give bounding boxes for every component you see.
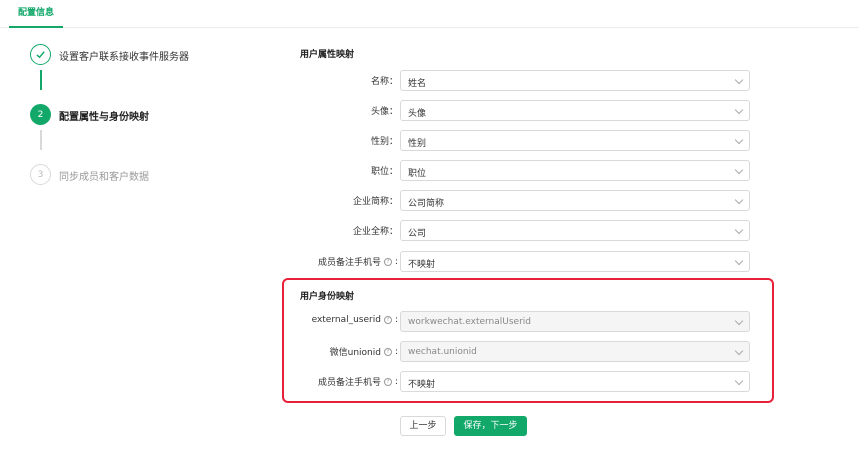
identity-mapping-title: 用户身份映射 (300, 292, 355, 302)
step-connector (40, 130, 42, 150)
identity-row-external-userid: external_userid ? : workwechat.externalU… (280, 311, 750, 332)
chevron-down-icon (734, 195, 744, 205)
identity-label: external_userid ? : (311, 315, 398, 325)
attr-row-avatar: 头像： 头像 (280, 100, 750, 121)
attr-select-remark-phone[interactable]: 不映射 (400, 251, 750, 272)
chevron-down-icon (734, 135, 744, 145)
chevron-down-icon (734, 165, 744, 175)
attr-select-gender[interactable]: 性别 (400, 130, 750, 151)
attr-row-name: 名称： 姓名 (280, 70, 750, 91)
identity-select-unionid: wechat.unionid (400, 341, 750, 362)
attr-label: 性别： (370, 137, 398, 147)
attribute-mapping-title: 用户属性映射 (300, 50, 355, 60)
attr-row-remark-phone: 成员备注手机号 ? : 不映射 (280, 251, 750, 272)
attr-select-name[interactable]: 姓名 (400, 70, 750, 91)
step-indicator: 设置客户联系接收事件服务器 2 配置属性与身份映射 3 同步成员和客户数据 (30, 44, 270, 224)
chevron-down-icon (734, 376, 744, 386)
identity-label: 微信unionid ? : (329, 346, 398, 359)
attr-label: 头像： (370, 107, 398, 117)
step-connector (40, 70, 42, 90)
chevron-down-icon (734, 105, 744, 115)
help-circle-icon[interactable]: ? (383, 316, 392, 324)
step-3-circle: 3 (30, 164, 51, 185)
tab-bar: 配置信息 (0, 0, 859, 28)
step-1-circle (30, 44, 51, 65)
identity-select-remark-phone[interactable]: 不映射 (400, 371, 750, 392)
attr-select-avatar[interactable]: 头像 (400, 100, 750, 121)
attr-row-position: 职位： 职位 (280, 160, 750, 181)
chevron-down-icon (734, 346, 744, 356)
attr-label: 名称： (370, 77, 398, 87)
attr-label: 企业简称： (352, 197, 398, 207)
attr-row-gender: 性别： 性别 (280, 130, 750, 151)
help-circle-icon[interactable]: ? (383, 377, 392, 386)
identity-select-external-userid: workwechat.externalUserid (400, 311, 750, 332)
select-value: 公司 (408, 229, 427, 239)
step-1-title: 设置客户联系接收事件服务器 (59, 52, 189, 63)
step-1: 设置客户联系接收事件服务器 (30, 44, 270, 104)
attr-select-position[interactable]: 职位 (400, 160, 750, 181)
chevron-down-icon (734, 75, 744, 85)
select-value: 不映射 (408, 380, 436, 390)
step-2: 2 配置属性与身份映射 (30, 104, 270, 164)
attr-label: 企业全称： (352, 227, 398, 237)
chevron-down-icon (734, 225, 744, 235)
identity-label: 成员备注手机号 ? : (317, 376, 398, 389)
chevron-down-icon (734, 316, 744, 326)
help-circle-icon[interactable]: ? (383, 257, 392, 266)
select-value: 不映射 (408, 260, 436, 270)
select-value: 头像 (408, 109, 427, 119)
step-2-title: 配置属性与身份映射 (59, 112, 149, 123)
select-value: 性别 (408, 139, 427, 149)
tab-config-info[interactable]: 配置信息 (9, 0, 64, 28)
check-icon (36, 51, 45, 59)
step-3-title: 同步成员和客户数据 (59, 172, 149, 183)
attr-label: 成员备注手机号 ? : (317, 256, 398, 269)
select-value: 姓名 (408, 79, 427, 89)
select-value: wechat.unionid (408, 347, 477, 357)
attr-row-company-short: 企业简称： 公司简称 (280, 190, 750, 211)
step-2-circle: 2 (30, 104, 51, 125)
attr-select-company-short[interactable]: 公司简称 (400, 190, 750, 211)
attr-label: 职位： (370, 167, 398, 177)
select-value: workwechat.externalUserid (408, 317, 531, 327)
attr-row-company-full: 企业全称： 公司 (280, 220, 750, 241)
attr-select-company-full[interactable]: 公司 (400, 220, 750, 241)
help-circle-icon[interactable]: ? (383, 347, 392, 356)
select-value: 公司简称 (408, 199, 445, 209)
select-value: 职位 (408, 169, 427, 179)
chevron-down-icon (734, 256, 744, 266)
save-next-button[interactable]: 保存，下一步 (454, 416, 527, 436)
step-3: 3 同步成员和客户数据 (30, 164, 270, 224)
prev-step-button[interactable]: 上一步 (400, 416, 446, 436)
identity-row-unionid: 微信unionid ? : wechat.unionid (280, 341, 750, 362)
identity-row-remark-phone: 成员备注手机号 ? : 不映射 (280, 371, 750, 392)
